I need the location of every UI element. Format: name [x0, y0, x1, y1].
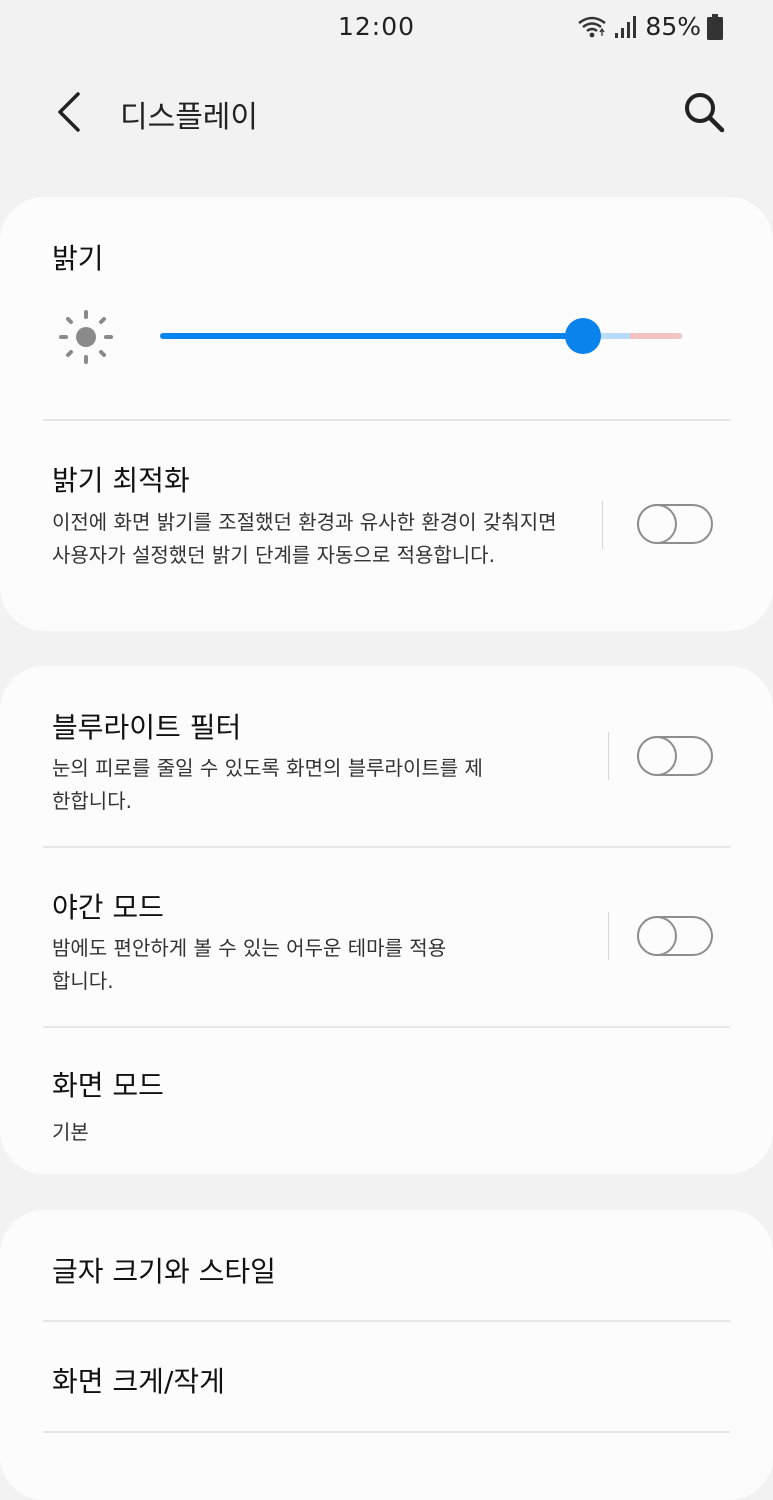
- toggle-knob: [637, 916, 677, 956]
- page-title: 디스플레이: [120, 100, 258, 135]
- blue-light-description: 눈의 피로를 줄일 수 있도록 화면의 블루라이트를 제한합니다.: [52, 756, 483, 813]
- app-bar: 디스플레이: [0, 70, 773, 154]
- screen-mode-title: 화면 모드: [52, 1069, 164, 1102]
- divider-vertical: [608, 732, 609, 780]
- toggle-knob: [637, 736, 677, 776]
- status-bar: 12:00 85%: [0, 0, 773, 56]
- adaptive-brightness-description: 이전에 화면 밝기를 조절했던 환경과 유사한 환경이 갖춰지면 사용자가 설정…: [52, 510, 557, 567]
- divider-vertical: [602, 501, 603, 549]
- blue-light-toggle[interactable]: [637, 736, 713, 776]
- divider-vertical: [608, 912, 609, 960]
- adaptive-brightness-title: 밝기 최적화: [52, 464, 190, 497]
- wifi-icon: [578, 16, 607, 37]
- brightness-slider[interactable]: [160, 317, 682, 355]
- toggle-knob: [637, 504, 677, 544]
- divider: [43, 1320, 730, 1322]
- font-style-title: 글자 크기와 스타일: [52, 1255, 276, 1288]
- divider: [43, 1026, 730, 1028]
- dark-mode-toggle[interactable]: [637, 916, 713, 956]
- divider: [43, 1431, 730, 1433]
- signal-icon: [615, 15, 637, 38]
- blue-light-title: 블루라이트 필터: [52, 711, 242, 744]
- battery-percent: 85%: [645, 12, 701, 41]
- dark-mode-description: 밤에도 편안하게 볼 수 있는 어두운 테마를 적용합니다.: [52, 936, 447, 993]
- search-icon[interactable]: [682, 90, 726, 134]
- slider-track-active: [160, 333, 583, 339]
- slider-thumb[interactable]: [565, 318, 601, 354]
- brightness-title: 밝기: [52, 242, 104, 275]
- screen-mode-value: 기본: [52, 1120, 89, 1144]
- adaptive-brightness-toggle[interactable]: [637, 504, 713, 544]
- battery-icon: [707, 13, 723, 40]
- screen-zoom-title: 화면 크게/작게: [52, 1365, 225, 1398]
- slider-track-high: [630, 333, 682, 339]
- status-time: 12:00: [338, 12, 416, 41]
- display-modes-card: 블루라이트 필터 눈의 피로를 줄일 수 있도록 화면의 블루라이트를 제한합니…: [0, 666, 773, 1174]
- status-icons: 85%: [577, 12, 723, 41]
- dark-mode-title: 야간 모드: [52, 891, 164, 924]
- font-zoom-card: 글자 크기와 스타일 화면 크게/작게: [0, 1210, 773, 1500]
- back-arrow-icon[interactable]: [54, 90, 84, 134]
- sun-icon: [59, 310, 113, 364]
- divider: [43, 419, 730, 421]
- divider: [43, 846, 730, 848]
- brightness-card: 밝기 밝기 최적화 이전에 화면 밝기를 조절했던 환경과 유사한 환경이 갖춰…: [0, 197, 773, 631]
